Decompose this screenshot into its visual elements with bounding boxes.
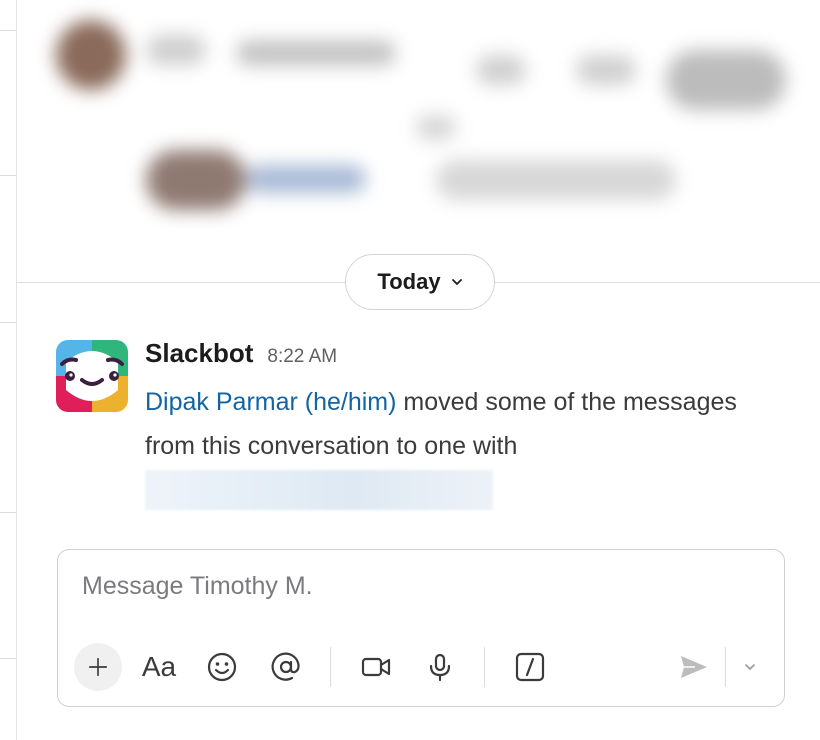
send-button[interactable] — [670, 643, 718, 691]
emoji-icon — [207, 652, 237, 682]
at-sign-icon — [271, 652, 300, 681]
video-camera-icon — [361, 657, 391, 677]
chevron-down-icon — [745, 664, 755, 670]
date-divider-label: Today — [377, 269, 441, 294]
toolbar-separator — [330, 647, 331, 687]
slackbot-avatar[interactable] — [56, 340, 128, 412]
blurred-previous-messages — [16, 0, 820, 230]
attach-button[interactable] — [74, 643, 122, 691]
toolbar-separator — [725, 647, 726, 687]
plus-icon — [88, 657, 108, 677]
message-header: Slackbot 8:22 AM — [145, 338, 337, 369]
schedule-send-button[interactable] — [727, 643, 773, 691]
user-mention-link[interactable]: Dipak Parmar (he/him) — [145, 388, 396, 416]
date-divider-button[interactable]: Today — [345, 254, 495, 310]
redacted-channel-link — [145, 470, 493, 510]
chevron-down-icon — [451, 279, 462, 285]
formatting-button[interactable]: Aa — [135, 643, 183, 691]
message-input[interactable] — [82, 572, 742, 601]
video-clip-button[interactable] — [352, 643, 400, 691]
emoji-button[interactable] — [198, 643, 246, 691]
toolbar-separator — [484, 647, 485, 687]
send-icon — [681, 656, 707, 678]
mention-button[interactable] — [262, 643, 310, 691]
microphone-icon — [429, 653, 451, 682]
message-body: Dipak Parmar (he/him) moved some of the … — [145, 380, 765, 510]
left-gutter — [0, 0, 17, 740]
sender-name[interactable]: Slackbot — [145, 338, 253, 369]
slash-command-icon — [515, 652, 545, 682]
formatting-label: Aa — [141, 651, 177, 682]
audio-clip-button[interactable] — [416, 643, 464, 691]
message-timestamp[interactable]: 8:22 AM — [267, 346, 337, 368]
shortcuts-button[interactable] — [506, 643, 554, 691]
message-composer: Aa — [57, 549, 785, 707]
